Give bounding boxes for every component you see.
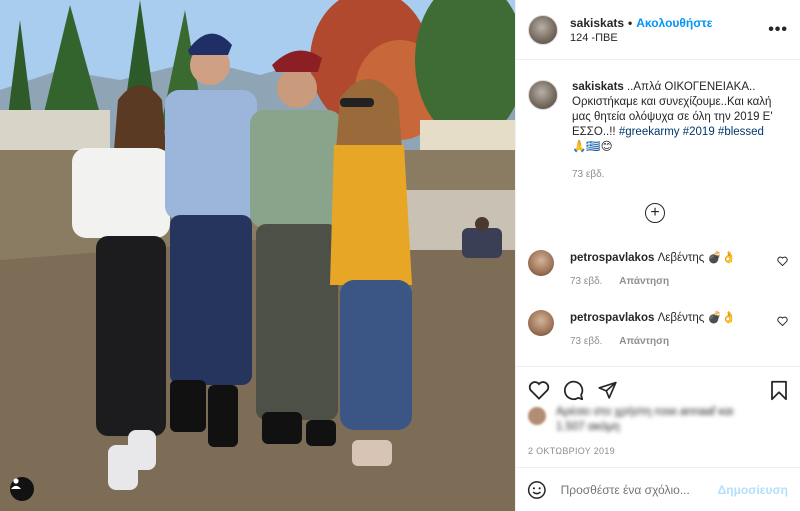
user-icon (11, 478, 21, 489)
comment-time[interactable]: 73 εβδ. (570, 336, 602, 347)
separator-dot: • (628, 15, 633, 30)
comment-meta: 73 εβδ. Απάντηση (570, 336, 788, 347)
comment-text: Λεβέντης 💣👌 (654, 312, 737, 324)
post-date: 2 ΟΚΤΩΒΡΙΟΥ 2019 (528, 446, 615, 456)
load-more-comments-button[interactable]: + (645, 203, 665, 223)
reply-button[interactable]: Απάντηση (619, 336, 669, 347)
heart-icon[interactable] (528, 380, 550, 400)
comment-body: petrospavlakos Λεβέντης 💣👌 73 εβδ. Απάντ… (570, 250, 788, 287)
post-location[interactable]: 124 -ΠΒΕ (570, 32, 768, 44)
add-comment-bar: Δημοσίευση (515, 467, 800, 511)
bookmark-icon[interactable] (770, 380, 788, 401)
author-row: sakiskats • Ακολουθήστε (570, 16, 768, 30)
author-info: sakiskats • Ακολουθήστε 124 -ΠΒΕ (570, 16, 768, 44)
author-username[interactable]: sakiskats (570, 16, 624, 30)
caption-body: sakiskats ..Απλά ΟΙΚΟΓΕΝΕΙΑΚΑ.. Ορκιστήκ… (572, 80, 777, 182)
more-options-icon[interactable]: ••• (768, 21, 788, 39)
commenter-avatar[interactable] (528, 310, 554, 336)
caption-avatar[interactable] (528, 80, 558, 110)
hashtag-blessed[interactable]: #blessed (718, 126, 764, 138)
comment-item: petrospavlakos Λεβέντης 💣👌 73 εβδ. Απάντ… (528, 310, 788, 347)
commenter-username[interactable]: petrospavlakos (570, 312, 654, 324)
liker-avatar (528, 407, 546, 425)
post-header: sakiskats • Ακολουθήστε 124 -ΠΒΕ ••• (516, 0, 800, 60)
hashtag-greekarmy[interactable]: #greekarmy (619, 126, 680, 138)
post-caption: sakiskats ..Απλά ΟΙΚΟΓΕΝΕΙΑΚΑ.. Ορκιστήκ… (516, 60, 800, 182)
comment-text: Λεβέντης 💣👌 (654, 252, 737, 264)
share-icon[interactable] (597, 380, 618, 400)
caption-time[interactable]: 73 εβδ. (572, 167, 777, 182)
comment-like-heart-icon[interactable] (777, 256, 788, 266)
comment-meta: 73 εβδ. Απάντηση (570, 276, 788, 287)
commenter-username[interactable]: petrospavlakos (570, 252, 654, 264)
divider (515, 366, 800, 367)
caption-emoji: 🙏🇬🇷😊 (572, 141, 613, 153)
commenter-avatar[interactable] (528, 250, 554, 276)
likes-text: Αρέσει στο χρήστη rose.annaaf και 1.507 … (556, 406, 734, 433)
comment-body: petrospavlakos Λεβέντης 💣👌 73 εβδ. Απάντ… (570, 310, 788, 347)
user-tag-button[interactable] (10, 477, 34, 501)
action-bar (528, 380, 790, 402)
hashtag-2019[interactable]: #2019 (683, 126, 715, 138)
reply-button[interactable]: Απάντηση (619, 276, 669, 287)
emoji-icon[interactable] (527, 479, 547, 501)
photo-illustration (0, 0, 515, 511)
likes-summary[interactable]: Αρέσει στο χρήστη rose.annaaf και 1.507 … (528, 405, 758, 435)
comment-input[interactable] (558, 481, 718, 498)
publish-button[interactable]: Δημοσίευση (718, 483, 788, 497)
comment-item: petrospavlakos Λεβέντης 💣👌 73 εβδ. Απάντ… (528, 250, 788, 287)
instagram-post: sakiskats • Ακολουθήστε 124 -ΠΒΕ ••• sak… (0, 0, 800, 511)
comment-icon[interactable] (563, 380, 584, 401)
post-photo[interactable] (0, 0, 515, 511)
author-avatar[interactable] (528, 14, 558, 45)
comment-time[interactable]: 73 εβδ. (570, 276, 602, 287)
follow-button[interactable]: Ακολουθήστε (636, 16, 712, 30)
caption-username[interactable]: sakiskats (572, 81, 624, 93)
comment-like-heart-icon[interactable] (777, 316, 788, 326)
